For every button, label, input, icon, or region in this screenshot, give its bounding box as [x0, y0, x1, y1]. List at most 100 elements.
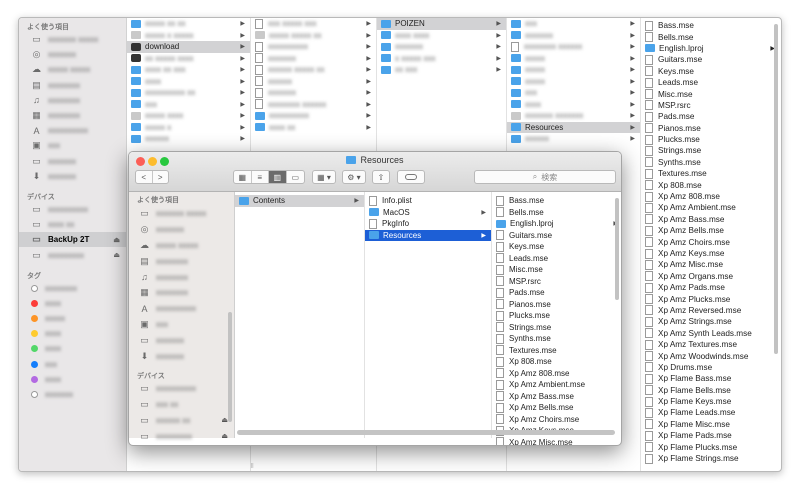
file-row[interactable]: Misc.mse	[641, 88, 781, 100]
file-row[interactable]: Xp 808.mse	[492, 356, 621, 368]
file-row[interactable]: Xp Flame Bass.mse	[641, 373, 781, 384]
sidebar-item[interactable]: ◎ xxxxxxx	[129, 222, 234, 238]
title-bar[interactable]: Resources < > ▦ ≡ ▥ ▭ ▦ ▾ ⚙ ▾ ⇧ ⌕ 検索	[129, 152, 621, 192]
sidebar-item[interactable]: ◎ xxxxxxx	[19, 47, 126, 62]
list-item[interactable]: xxx xxxxx xxx ▶	[251, 18, 376, 30]
file-row[interactable]: Strings.mse	[641, 145, 781, 156]
list-item[interactable]: xxx ▶	[507, 87, 640, 99]
list-item[interactable]: xxxxxx ▶	[507, 133, 640, 145]
column-3[interactable]: Bass.mseBells.mseEnglish.lproj▶Guitars.m…	[492, 192, 621, 445]
file-row[interactable]: Plucks.mse	[492, 310, 621, 322]
file-row[interactable]: Leads.mse	[492, 253, 621, 265]
list-item[interactable]: x xxxxx xxx ▶	[377, 53, 506, 65]
file-row[interactable]: Xp Flame Keys.mse	[641, 396, 781, 407]
file-row[interactable]: Xp Amz Bells.mse	[641, 225, 781, 236]
folder-row[interactable]: English.lproj▶	[641, 43, 781, 54]
file-row[interactable]: MSP.rsrc	[641, 100, 781, 111]
file-row[interactable]: Xp Drums.mse	[641, 362, 781, 373]
eject-icon[interactable]: ⏏	[221, 432, 228, 440]
list-item[interactable]: xxxxx ▶	[507, 64, 640, 76]
file-row[interactable]: Xp Flame Leads.mse	[641, 407, 781, 418]
file-row[interactable]: Guitars.mse	[641, 54, 781, 65]
file-row[interactable]: MSP.rsrc	[492, 276, 621, 288]
sidebar-device[interactable]: ▭ xxxx xx	[19, 217, 126, 232]
file-row[interactable]: Keys.mse	[492, 241, 621, 253]
tag-item[interactable]: xxxx	[19, 372, 126, 387]
file-row[interactable]: Info.plist	[365, 195, 491, 207]
list-item[interactable]: xxxxx xx xx ▶	[127, 18, 250, 30]
sidebar-item[interactable]: ⬇ xxxxxxx	[129, 348, 234, 364]
list-item-poizen[interactable]: POIZEN ▶	[377, 18, 506, 30]
file-row[interactable]: Pianos.mse	[641, 123, 781, 134]
list-item[interactable]: xxxxxxx xxxxxxx ▶	[507, 110, 640, 122]
search-field[interactable]: ⌕ 検索	[474, 170, 616, 184]
sidebar-item[interactable]: Axxxxxxxxxx	[19, 123, 126, 138]
list-item[interactable]: xxxxxx xxxxx xx ▶	[251, 64, 376, 76]
tag-item[interactable]: xxxxxxx	[19, 387, 126, 402]
tag-item[interactable]: xxxx	[19, 326, 126, 341]
file-row[interactable]: Bells.mse	[492, 207, 621, 219]
sidebar-item[interactable]: ⬇ xxxxxxx	[19, 169, 126, 184]
file-row[interactable]: Xp Flame Plucks.mse	[641, 441, 781, 453]
file-row[interactable]: Bells.mse	[641, 31, 781, 43]
list-item[interactable]: xxxxxxxxxx ▶	[251, 41, 376, 53]
list-item[interactable]: xxx ▶	[127, 99, 250, 111]
column-view-icon[interactable]: ▥	[269, 171, 287, 183]
back-button[interactable]: <	[136, 171, 153, 183]
file-row[interactable]: Xp Amz Organs.mse	[641, 271, 781, 282]
list-item[interactable]: xxx ▶	[507, 18, 640, 30]
file-row[interactable]: Xp Amz Misc.mse	[492, 437, 621, 445]
sidebar-item[interactable]: Axxxxxxxxxx	[129, 301, 234, 317]
file-row[interactable]: Bass.mse	[492, 195, 621, 207]
sidebar-item[interactable]: ▭ xxxxxxx xxxxx	[129, 206, 234, 222]
list-item[interactable]: xxxxxxxxxx xx ▶	[127, 87, 250, 99]
sidebar-item[interactable]: ▤ xxxxxxxx	[129, 253, 234, 269]
file-row[interactable]: Xp Amz Bells.mse	[492, 402, 621, 414]
sidebar-item[interactable]: ▭ xxxxxxx	[19, 154, 126, 169]
file-row[interactable]: Xp Amz Ambient.mse	[492, 379, 621, 391]
action-button[interactable]: ⚙ ▾	[342, 170, 366, 184]
list-item[interactable]: xxxxxxxx xxxxxx ▶	[251, 99, 376, 111]
sidebar-item[interactable]: ▭ xxxxxxx xxxxx	[19, 32, 126, 47]
list-item[interactable]: xxxx xxxx ▶	[377, 30, 506, 42]
sidebar-item[interactable]: ▤ xxxxxxxx	[19, 78, 126, 93]
sidebar-item[interactable]: ▦ xxxxxxxx	[19, 108, 126, 123]
file-row[interactable]: Xp Flame Misc.mse	[641, 419, 781, 430]
sidebar-item[interactable]: ☁ xxxxx xxxxx	[129, 238, 234, 254]
list-item[interactable]: xxxxxxx ▶	[251, 53, 376, 65]
list-item[interactable]: xxxxxxxx xxxxxx ▶	[507, 41, 640, 53]
file-row[interactable]: Keys.mse	[641, 66, 781, 77]
share-button[interactable]: ⇧	[372, 170, 390, 184]
file-row[interactable]: Xp Amz Bass.mse	[492, 391, 621, 403]
sidebar-device[interactable]: ▭ xxxxxxxxx ⏏	[19, 247, 126, 262]
sidebar-item[interactable]: ♫ xxxxxxxx	[129, 269, 234, 285]
file-row[interactable]: Synths.mse	[492, 333, 621, 345]
tag-item[interactable]: xxx	[19, 357, 126, 372]
sidebar-item[interactable]: ☁ xxxxx xxxxx	[19, 62, 126, 77]
list-item[interactable]: xxxxx ▶	[507, 76, 640, 88]
tag-item[interactable]: xxxxxxxx	[19, 281, 126, 296]
forward-button[interactable]: >	[153, 171, 169, 183]
list-item[interactable]: xxxxxxxxxx ▶	[251, 110, 376, 122]
eject-icon[interactable]: ⏏	[221, 416, 228, 424]
file-row[interactable]: Xp Amz Ambient.mse	[641, 202, 781, 213]
list-item[interactable]: xxxxxxx ▶	[377, 41, 506, 53]
file-row[interactable]: Xp Amz Choirs.mse	[641, 236, 781, 248]
bg-column-last[interactable]: Bass.mse Bells.mse English.lproj ▶ Guitars.m…	[641, 18, 781, 471]
file-row[interactable]: Xp Amz Bass.mse	[641, 214, 781, 225]
sidebar-device-selected[interactable]: ▭ BackUp 2T ⏏	[19, 232, 126, 248]
sidebar-item[interactable]: ♫ xxxxxxxx	[19, 93, 126, 108]
list-item-resources[interactable]: Resources ▶	[507, 121, 640, 133]
tag-item[interactable]: xxxx	[19, 296, 126, 311]
icon-view-icon[interactable]: ▦	[234, 171, 252, 183]
file-row[interactable]: Xp Amz 808.mse	[492, 368, 621, 380]
list-item[interactable]: xxxxx xxxx ▶	[127, 110, 250, 122]
file-row[interactable]: Pianos.mse	[492, 299, 621, 311]
file-row[interactable]: PkgInfo	[365, 218, 491, 230]
eject-icon[interactable]: ⏏	[113, 251, 120, 259]
file-row[interactable]: Bass.mse	[641, 20, 781, 31]
folder-row[interactable]: MacOS ▶	[365, 207, 491, 219]
file-row[interactable]: Xp Amz Plucks.mse	[641, 293, 781, 305]
sidebar-device[interactable]: ▭ xxxxxxxxxx	[129, 381, 234, 397]
file-row[interactable]: Xp Amz 808.mse	[641, 191, 781, 202]
